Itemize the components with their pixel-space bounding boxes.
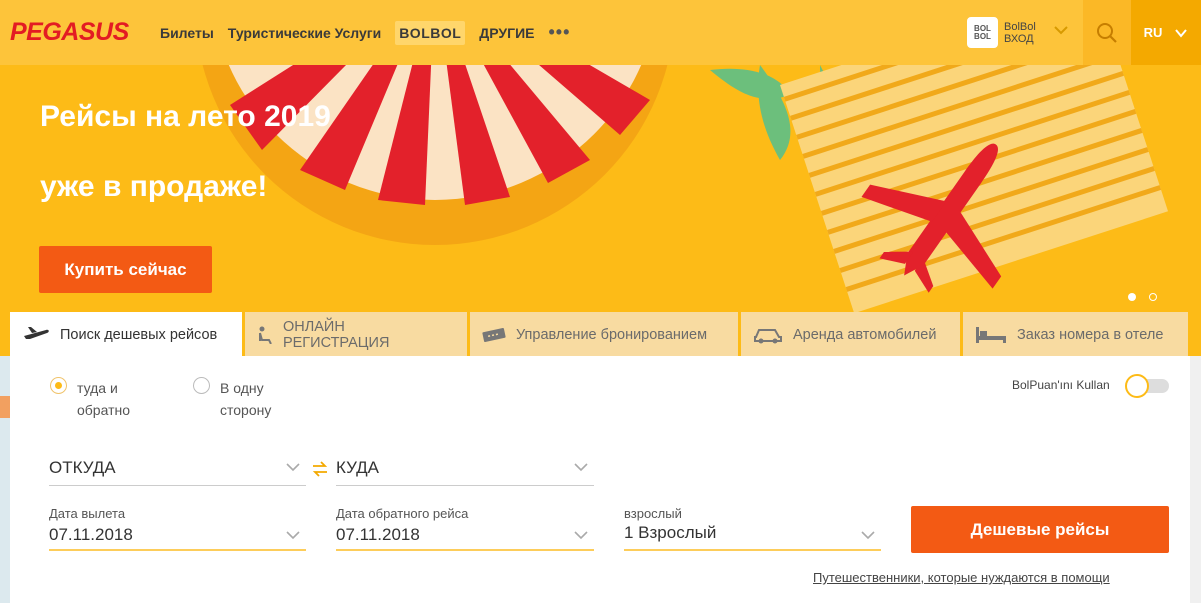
origin-placeholder: ОТКУДА [49,458,116,477]
tab-label: Аренда автомобилей [793,326,937,343]
nav-other[interactable]: ДРУГИЕ [479,25,534,41]
banner-subtitle: уже в продаже! [40,170,268,203]
nav-bolbol[interactable]: BOLBOL [395,20,466,45]
main-nav: Билеты Туристические Услуги BOLBOL ДРУГИ… [160,0,570,65]
tab-label: ОНЛАЙН РЕГИСТРАЦИЯ [282,318,390,351]
search-icon [1097,22,1117,43]
return-date-value: 07.11.2018 [336,525,420,544]
pegasus-logo[interactable]: PEGASUS [10,18,129,47]
more-dots-icon[interactable]: ••• [548,22,570,43]
destination-field[interactable]: КУДА [336,450,594,486]
language-selector[interactable]: RU [1131,0,1201,65]
bolbol-login[interactable]: BOL BOL BolBol ВХОД [967,17,1036,48]
bed-icon [976,326,1006,343]
bolbol-name: BolBol [1004,20,1036,33]
return-date-field[interactable]: Дата обратного рейса 07.11.2018 [336,506,594,551]
slide-dot-2[interactable] [1149,293,1157,301]
chevron-down-icon [861,531,875,540]
origin-field[interactable]: ОТКУДА [49,450,306,486]
ticket-icon [482,327,506,342]
plane-icon [24,326,49,339]
tab-label: Управление бронированием [516,326,708,343]
bolpuan-label: BolPuan'ını Kullan [1012,378,1110,392]
bolbol-login-label: ВХОД [1004,32,1034,45]
tab-manage-booking[interactable]: Управление бронированием [470,312,738,357]
bolpuan-toggle[interactable] [1125,374,1169,398]
nav-tickets[interactable]: Билеты [160,25,214,41]
buy-now-button[interactable]: Купить сейчас [39,246,212,293]
car-icon [754,328,782,343]
chevron-down-icon[interactable] [1053,22,1069,38]
departure-date-label: Дата вылета [49,506,126,521]
return-date-label: Дата обратного рейса [336,506,469,521]
passenger-value: 1 Взрослый [624,523,717,542]
chevron-down-icon [286,531,300,540]
search-flights-button[interactable]: Дешевые рейсы [911,506,1169,553]
radio-label-line2: сторону [220,402,272,418]
passenger-field[interactable]: взрослый 1 Взрослый [624,506,881,551]
destination-placeholder: КУДА [336,458,379,477]
radio-label-line2: обратно [77,402,130,418]
tab-hotel-booking[interactable]: Заказ номера в отеле [963,312,1188,357]
bolbol-logo-icon: BOL BOL [967,17,998,48]
tab-online-checkin[interactable]: ОНЛАЙН РЕГИСТРАЦИЯ [245,312,467,357]
radio-one-way[interactable]: В одну сторону [193,377,271,421]
chevron-down-icon [286,463,300,472]
radio-label-line1: туда и [77,380,118,396]
slide-dot-1[interactable] [1128,293,1136,301]
booking-tabs: Поиск дешевых рейсов ОНЛАЙН РЕГИСТРАЦИЯ … [10,312,1190,357]
departure-date-field[interactable]: Дата вылета 07.11.2018 [49,506,306,551]
tab-label: Поиск дешевых рейсов [60,326,218,343]
banner-title: Рейсы на лето 2019 [40,100,331,133]
tab-car-rental[interactable]: Аренда автомобилей [741,312,960,357]
radio-label-line1: В одну [220,380,264,396]
departure-date-value: 07.11.2018 [49,525,133,544]
radio-circle [50,377,67,394]
seat-icon [258,326,272,344]
passenger-label: взрослый [624,506,682,521]
chevron-down-icon [574,463,588,472]
language-label: RU [1143,25,1163,40]
tab-cheap-flights[interactable]: Поиск дешевых рейсов [10,312,242,357]
radio-circle [193,377,210,394]
assistance-link[interactable]: Путешественники, которые нуждаются в пом… [813,570,1110,585]
swap-icon[interactable] [312,460,328,478]
radio-round-trip[interactable]: туда и обратно [50,377,130,421]
left-decoration [0,356,10,603]
chevron-down-icon [574,531,588,540]
nav-tourist-services[interactable]: Туристические Услуги [228,25,381,41]
right-decoration [1190,356,1201,603]
search-button[interactable] [1083,0,1131,65]
top-header: PEGASUS Билеты Туристические Услуги BOLB… [0,0,1201,65]
tab-label: Заказ номера в отеле [1017,326,1164,343]
chevron-down-icon [1175,28,1188,38]
